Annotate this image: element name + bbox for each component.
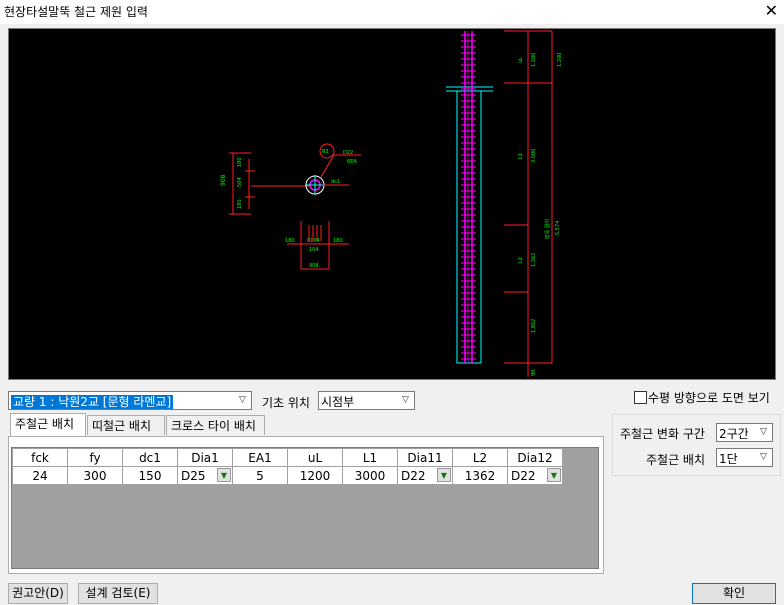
seg-ul-value: 1.200	[531, 53, 537, 67]
plan-left-sub-2: 504	[237, 177, 243, 187]
dropdown-arrow-icon[interactable]: ▼	[547, 468, 561, 482]
rebar-zone-label: 주철근 변화 구간	[620, 427, 705, 441]
bridge-select[interactable]: 교량 1 : 낙원2교 [문형 라멘교] ▽	[8, 391, 252, 410]
plan-bottom-sub: 104	[309, 247, 319, 253]
foundation-select-value: 시점부	[321, 395, 355, 409]
tab-tie-rebar[interactable]: 띠철근 배치	[87, 415, 165, 435]
cell-fck[interactable]: 24	[12, 466, 68, 485]
rebar-table: fck fy dc1 Dia1 EA1 uL L1 Dia11 L2 Dia12…	[12, 448, 563, 485]
chevron-down-icon: ▽	[760, 452, 767, 462]
plan-bottom-dim-2: 0104	[307, 238, 320, 244]
cell-dia11[interactable]: D22 ▼	[397, 466, 453, 485]
cell-l2[interactable]: 1362	[452, 466, 508, 485]
horizontal-view-checkbox[interactable]	[634, 391, 647, 404]
dropdown-arrow-icon[interactable]: ▼	[217, 468, 231, 482]
total-value: 5.574	[555, 221, 561, 235]
rebar-tag: R3	[322, 149, 329, 155]
cell-dia12-value: D22	[511, 468, 536, 483]
chevron-down-icon: ▽	[239, 395, 246, 405]
seg-5-value: 90	[531, 370, 537, 376]
plan-left-sub-1: 180	[237, 157, 243, 167]
design-check-button[interactable]: 설계 검토(E)	[78, 583, 158, 604]
col-dia1: Dia1	[177, 448, 233, 467]
rebar-zone-value: 2구간	[719, 427, 749, 441]
seg-l2-code: L2	[518, 257, 524, 263]
dc-label: dc1	[331, 179, 340, 185]
table-header-row: fck fy dc1 Dia1 EA1 uL L1 Dia11 L2 Dia12	[12, 448, 563, 467]
chevron-down-icon: ▽	[402, 395, 409, 405]
recommend-button[interactable]: 권고안(D)	[8, 583, 68, 604]
seg-l2-value: 1.362	[531, 253, 537, 267]
ok-button[interactable]: 확인	[692, 583, 776, 604]
col-ul: uL	[287, 448, 343, 467]
foundation-label: 기초 위치	[262, 396, 310, 410]
cell-ul[interactable]: 1200	[287, 466, 343, 485]
plan-view: 908 180 504 180 R3 D22 6EA dc1 180 0104 …	[220, 143, 361, 270]
horizontal-view-label[interactable]: 수평 방향으로 도면 보기	[648, 389, 770, 406]
close-icon[interactable]: ✕	[765, 1, 778, 20]
rebar-grid[interactable]: fck fy dc1 Dia1 EA1 uL L1 Dia11 L2 Dia12…	[11, 447, 599, 569]
elevation-view: uL 1.200 1.200 L1 3.000 L2 1.362 1.862 9…	[446, 30, 563, 377]
col-l1: L1	[342, 448, 398, 467]
rebar-layout-value: 1단	[719, 452, 738, 466]
plan-left-sub-3: 180	[237, 199, 243, 209]
seg-ul-note: 1.200	[557, 53, 563, 67]
cell-dia12[interactable]: D22 ▼	[507, 466, 563, 485]
col-dia12: Dia12	[507, 448, 563, 467]
plan-bottom-total: 908	[309, 263, 319, 269]
seg-l1-code: L1	[518, 153, 524, 159]
col-l2: L2	[452, 448, 508, 467]
cell-dc1[interactable]: 150	[122, 466, 178, 485]
rebar-zone-select[interactable]: 2구간 ▽	[716, 423, 773, 442]
cell-l1[interactable]: 3000	[342, 466, 398, 485]
title-bar: 현장타설말뚝 철근 제원 입력 ✕	[0, 0, 784, 24]
cell-dia1[interactable]: D25 ▼	[177, 466, 233, 485]
col-dia11: Dia11	[397, 448, 453, 467]
tab-cross-tie[interactable]: 크로스 타이 배치	[166, 415, 265, 435]
col-ea1: EA1	[232, 448, 288, 467]
rebar-label: D22	[343, 150, 353, 156]
rebar-count: 6EA	[347, 159, 357, 165]
cell-fy[interactable]: 300	[67, 466, 123, 485]
col-dc1: dc1	[122, 448, 178, 467]
chevron-down-icon: ▽	[760, 427, 767, 437]
cell-dia11-value: D22	[401, 468, 426, 483]
window-title: 현장타설말뚝 철근 제원 입력	[4, 5, 148, 19]
foundation-select[interactable]: 시점부 ▽	[318, 391, 415, 410]
table-row: 24 300 150 D25 ▼ 5 1200 3000 D22 ▼ 1362 …	[12, 466, 563, 485]
drawing-canvas[interactable]: 908 180 504 180 R3 D22 6EA dc1 180 0104 …	[8, 28, 776, 380]
plan-bottom-dim-3: 180	[333, 238, 343, 244]
drawing-svg: 908 180 504 180 R3 D22 6EA dc1 180 0104 …	[220, 30, 563, 377]
cell-dia1-value: D25	[181, 468, 206, 483]
seg-ul-code: uL	[518, 57, 524, 63]
bridge-select-value: 교량 1 : 낙원2교 [문형 라멘교]	[11, 395, 174, 409]
col-fy: fy	[67, 448, 123, 467]
seg-4-value: 1.862	[531, 319, 537, 333]
total-label: 말뚝 길이	[544, 219, 551, 239]
col-fck: fck	[12, 448, 68, 467]
rebar-layout-select[interactable]: 1단 ▽	[716, 448, 773, 467]
plan-bottom-dim-1: 180	[285, 238, 295, 244]
dropdown-arrow-icon[interactable]: ▼	[437, 468, 451, 482]
plan-left-dim: 908	[220, 174, 227, 186]
cell-ea1[interactable]: 5	[232, 466, 288, 485]
tab-main-rebar[interactable]: 주철근 배치	[10, 413, 86, 436]
seg-l1-value: 3.000	[531, 149, 537, 163]
rebar-layout-label: 주철근 배치	[646, 453, 706, 467]
